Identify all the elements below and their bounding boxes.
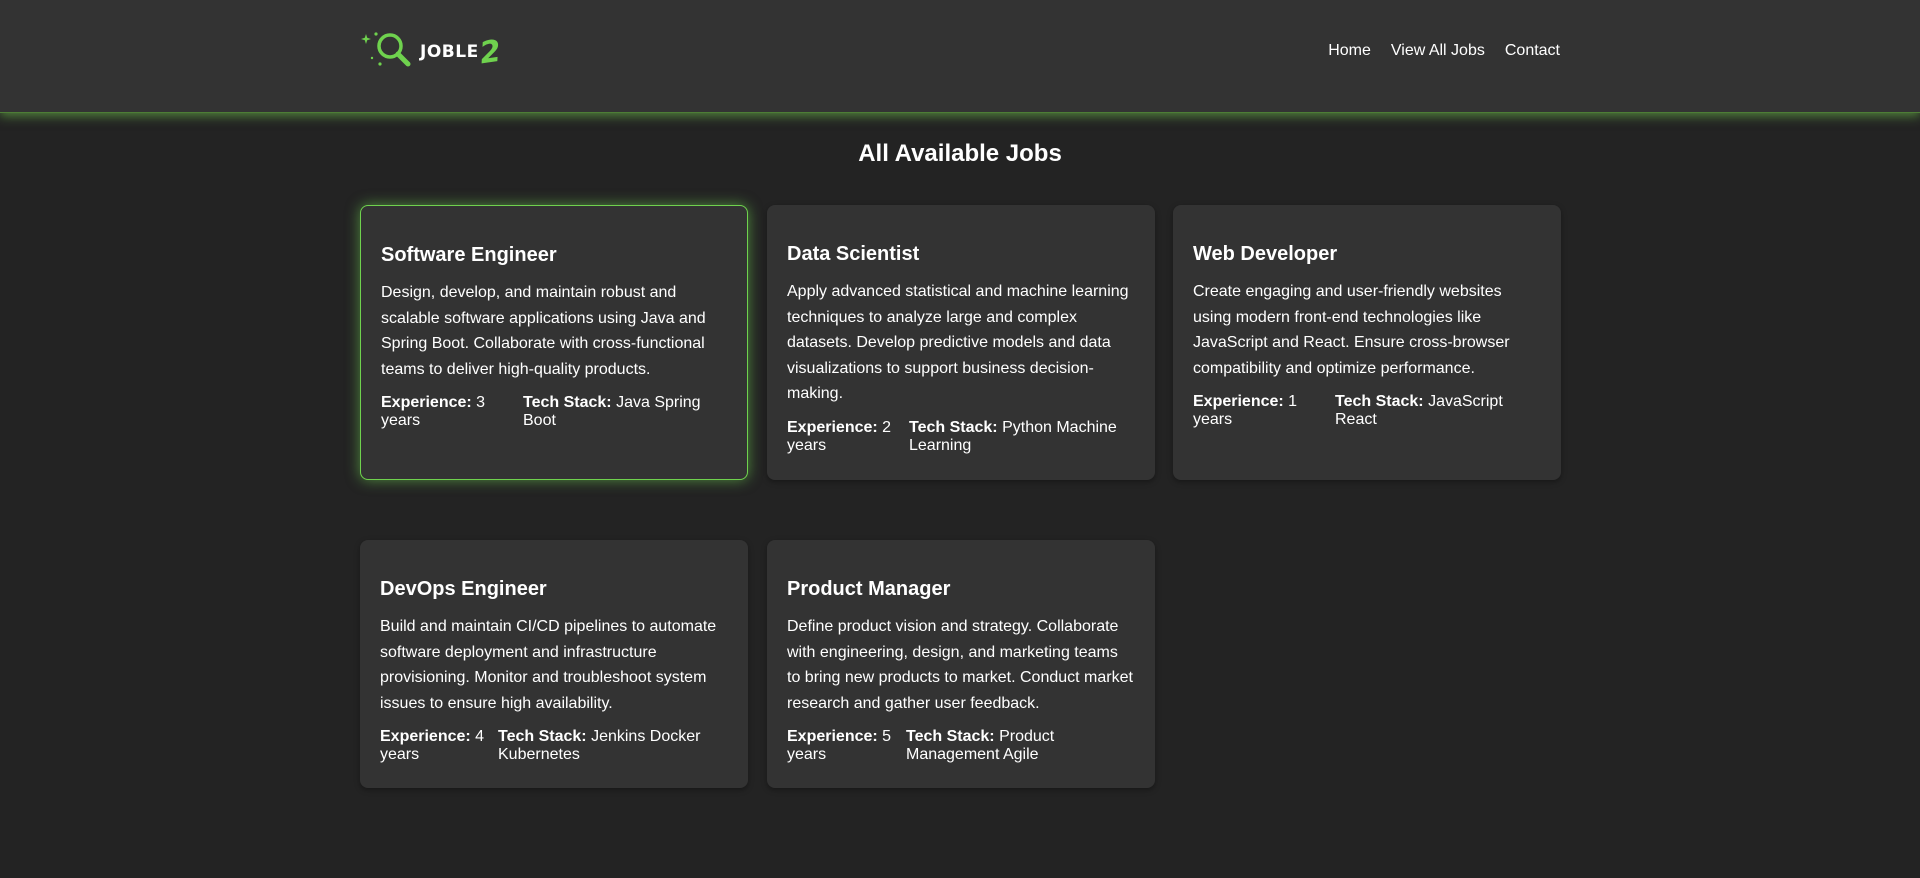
job-card-software-engineer[interactable]: Software Engineer Design, develop, and m…	[360, 205, 748, 480]
nav-view-all-jobs-link[interactable]: View All Jobs	[1391, 42, 1485, 60]
job-tech-stack: Tech Stack: JavaScript React	[1335, 393, 1541, 429]
tech-stack-label: Tech Stack:	[498, 728, 587, 745]
logo[interactable]: JOBLE 2	[360, 30, 504, 75]
job-description: Create engaging and user-friendly websit…	[1193, 283, 1510, 377]
tech-stack-label: Tech Stack:	[909, 418, 998, 436]
job-experience: Experience: 5 years	[787, 728, 906, 764]
header-inner: JOBLE 2 Home View All Jobs Contact	[360, 0, 1560, 112]
job-title: DevOps Engineer	[380, 578, 547, 600]
job-experience: Experience: 1 years	[1193, 393, 1335, 429]
experience-label: Experience:	[1193, 393, 1284, 410]
logo-text: JOBLE 2	[420, 33, 504, 71]
job-card-devops-engineer[interactable]: DevOps Engineer Build and maintain CI/CD…	[360, 540, 748, 788]
main-nav: Home View All Jobs Contact	[1328, 42, 1560, 60]
job-title: Data Scientist	[787, 243, 920, 265]
job-meta: Experience: 1 years Tech Stack: JavaScri…	[1193, 393, 1541, 429]
job-title: Web Developer	[1193, 243, 1338, 265]
job-tech-stack: Tech Stack: Python Machine Learning	[909, 419, 1135, 455]
job-description: Design, develop, and maintain robust and…	[381, 284, 706, 378]
job-title: Product Manager	[787, 578, 951, 600]
nav-home-link[interactable]: Home	[1328, 42, 1371, 60]
job-title: Software Engineer	[381, 244, 557, 266]
job-card-product-manager[interactable]: Product Manager Define product vision an…	[767, 540, 1155, 788]
magnifier-sparkle-icon	[360, 30, 414, 75]
job-experience: Experience: 4 years	[380, 728, 498, 764]
experience-label: Experience:	[380, 728, 471, 745]
logo-main-text: JOBLE	[420, 42, 479, 62]
page-title: All Available Jobs	[858, 140, 1062, 167]
tech-stack-label: Tech Stack:	[523, 394, 612, 411]
tech-stack-label: Tech Stack:	[1335, 393, 1424, 410]
job-experience: Experience: 3 years	[381, 394, 523, 430]
job-meta: Experience: 2 years Tech Stack: Python M…	[787, 419, 1135, 455]
job-meta: Experience: 3 years Tech Stack: Java Spr…	[381, 394, 727, 430]
job-meta: Experience: 4 years Tech Stack: Jenkins …	[380, 728, 728, 764]
job-card-data-scientist[interactable]: Data Scientist Apply advanced statistica…	[767, 205, 1155, 480]
experience-label: Experience:	[787, 728, 878, 745]
job-tech-stack: Tech Stack: Java Spring Boot	[523, 394, 727, 430]
tech-stack-label: Tech Stack:	[906, 728, 995, 745]
logo-accent-text: 2	[477, 33, 504, 71]
job-tech-stack: Tech Stack: Product Management Agile	[906, 728, 1135, 764]
experience-label: Experience:	[787, 418, 878, 436]
job-description: Apply advanced statistical and machine l…	[787, 283, 1129, 402]
site-header: JOBLE 2 Home View All Jobs Contact	[0, 0, 1920, 113]
job-meta: Experience: 5 years Tech Stack: Product …	[787, 728, 1135, 764]
nav-contact-link[interactable]: Contact	[1505, 42, 1560, 60]
job-experience: Experience: 2 years	[787, 419, 909, 455]
job-description: Build and maintain CI/CD pipelines to au…	[380, 618, 717, 712]
experience-label: Experience:	[381, 394, 472, 411]
job-card-web-developer[interactable]: Web Developer Create engaging and user-f…	[1173, 205, 1561, 480]
job-description: Define product vision and strategy. Coll…	[787, 618, 1133, 712]
job-tech-stack: Tech Stack: Jenkins Docker Kubernetes	[498, 728, 728, 764]
